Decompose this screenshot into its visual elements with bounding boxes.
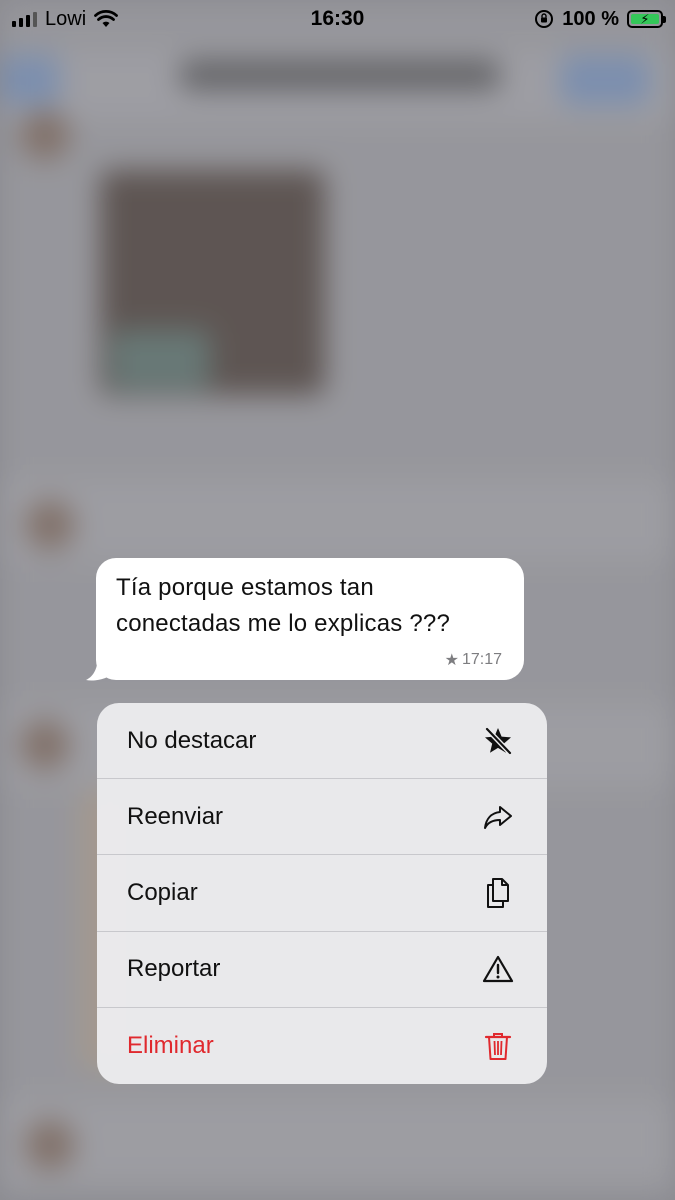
carrier-name: Lowi (45, 7, 87, 30)
battery-percent: 100 % (562, 7, 619, 30)
menu-item-copy[interactable]: Copiar (97, 855, 547, 932)
status-bar: Lowi 16:30 100 % ⚡ (0, 0, 675, 38)
battery-icon: ⚡ (627, 10, 666, 28)
orientation-lock-icon (535, 10, 554, 28)
menu-item-label: Reportar (127, 955, 221, 983)
menu-item-report[interactable]: Reportar (97, 932, 547, 1008)
trash-icon (481, 1029, 515, 1063)
menu-item-delete[interactable]: Eliminar (97, 1008, 547, 1084)
copy-icon (481, 876, 515, 910)
unstar-icon (481, 724, 515, 758)
message-text: Tía porque estamos tan conectadas me lo … (116, 570, 504, 642)
message-bubble[interactable]: Tía porque estamos tan conectadas me lo … (96, 558, 524, 680)
message-text-line-1: Tía porque estamos tan (116, 574, 374, 601)
cellular-signal-icon (12, 11, 37, 27)
message-text-line-2: conectadas me lo explicas ??? (116, 610, 450, 637)
forward-icon (481, 800, 515, 834)
message-meta: ★ 17:17 (445, 650, 502, 670)
menu-item-label: Eliminar (127, 1031, 214, 1059)
star-icon: ★ (444, 652, 459, 669)
menu-item-label: Copiar (127, 878, 198, 906)
menu-item-label: No destacar (127, 726, 257, 754)
menu-item-forward[interactable]: Reenviar (97, 779, 547, 856)
menu-item-unstar[interactable]: No destacar (97, 703, 547, 780)
warning-icon (481, 952, 515, 986)
context-menu: No destacar Reenviar Copiar Reportar Eli… (97, 703, 547, 1084)
menu-item-label: Reenviar (127, 802, 224, 830)
charging-bolt-icon: ⚡ (640, 11, 650, 27)
wifi-icon (94, 10, 119, 27)
message-time: 17:17 (461, 651, 502, 668)
